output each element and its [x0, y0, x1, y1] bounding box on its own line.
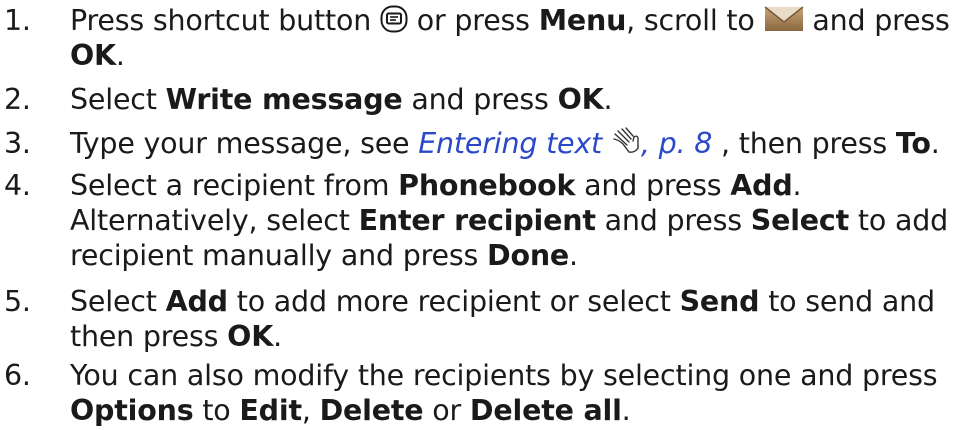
step-text: Select — [70, 285, 157, 318]
step-text: or — [432, 394, 462, 427]
step-line: You can also modify the recipients by se… — [70, 358, 938, 393]
step-line: Type your message, see Entering text , p… — [70, 126, 940, 161]
step-text: , scroll to — [626, 4, 755, 37]
step-text: to add more recipient or select — [236, 285, 671, 318]
step-text: Select — [70, 83, 157, 116]
edit-option-label: Edit — [239, 394, 302, 427]
step-text: , — [301, 394, 311, 427]
menu-key-label: Menu — [538, 4, 627, 37]
enter-recipient-label: Enter recipient — [358, 204, 596, 237]
to-key-label: To — [895, 127, 931, 160]
ok-key-label: OK — [70, 39, 116, 72]
step-text: recipient manually and press — [70, 239, 479, 272]
step-3: 3. Type your message, see Entering text … — [0, 126, 940, 161]
step-4: 4. Select a recipient from Phonebook and… — [0, 168, 948, 273]
hand-pointer-icon — [611, 126, 641, 156]
send-key-label: Send — [679, 285, 760, 318]
step-text: . — [569, 239, 578, 272]
step-number: 3. — [4, 127, 31, 160]
ok-key-label: OK — [557, 83, 604, 116]
step-2: 2. Select Write message and press OK. — [0, 82, 613, 117]
step-text: Alternatively, select — [70, 204, 350, 237]
step-line: Press shortcut button or press Menu, scr… — [70, 3, 950, 38]
step-text: and press — [584, 169, 722, 202]
step-text: . — [621, 394, 631, 427]
add-key-label: Add — [165, 285, 228, 318]
step-number: 4. — [4, 169, 31, 202]
step-line: Select Add to add more recipient or sele… — [70, 284, 935, 319]
ok-key-label: OK — [227, 320, 274, 353]
step-number: 5. — [4, 285, 31, 318]
step-line: OK. — [70, 38, 950, 73]
step-text: You can also modify the recipients by se… — [70, 359, 938, 392]
step-line: Alternatively, select Enter recipient an… — [70, 203, 948, 238]
phonebook-label: Phonebook — [398, 169, 576, 202]
step-line: Options to Edit, Delete or Delete all. — [70, 393, 937, 428]
envelope-icon — [764, 5, 804, 33]
step-number: 2. — [4, 83, 31, 116]
step-text: and press — [411, 83, 549, 116]
step-text: . — [792, 169, 802, 202]
step-6: 6. You can also modify the recipients by… — [0, 358, 938, 428]
step-line: recipient manually and press Done. — [70, 238, 948, 273]
step-text: Select a recipient from — [70, 169, 390, 202]
step-5: 5. Select Add to add more recipient or s… — [0, 284, 935, 354]
step-text: and press — [604, 204, 742, 237]
step-text: to send and — [768, 285, 935, 318]
step-line: Select a recipient from Phonebook and pr… — [70, 168, 948, 203]
entering-text-link[interactable]: Entering text , p. 8 — [418, 127, 712, 160]
step-line: then press OK. — [70, 319, 935, 354]
step-number: 1. — [4, 4, 31, 37]
step-line: Select Write message and press OK. — [70, 82, 613, 117]
done-key-label: Done — [486, 239, 570, 272]
write-message-label: Write message — [165, 83, 403, 116]
sms-key-icon — [380, 5, 408, 33]
step-text: . — [273, 320, 282, 353]
step-text: Press shortcut button — [70, 4, 372, 37]
step-text: , then press — [721, 127, 888, 160]
options-key-label: Options — [70, 394, 194, 427]
step-number: 6. — [4, 359, 31, 392]
step-text: and press — [812, 4, 950, 37]
step-text: to — [202, 394, 231, 427]
step-text: or press — [416, 4, 530, 37]
delete-option-label: Delete — [319, 394, 424, 427]
step-text: . — [930, 127, 940, 160]
step-text: Type your message, see — [70, 127, 410, 160]
step-text: . — [603, 83, 613, 116]
entering-text-link-label: Entering text — [418, 127, 603, 160]
step-text: . — [115, 39, 125, 72]
step-1: 1. Press shortcut button or press Menu, … — [0, 3, 950, 73]
entering-text-page-ref: , p. 8 — [640, 127, 713, 160]
delete-all-option-label: Delete all — [469, 394, 622, 427]
select-key-label: Select — [750, 204, 850, 237]
step-text: to add — [857, 204, 949, 237]
add-key-label: Add — [730, 169, 793, 202]
step-text: then press — [70, 320, 219, 353]
